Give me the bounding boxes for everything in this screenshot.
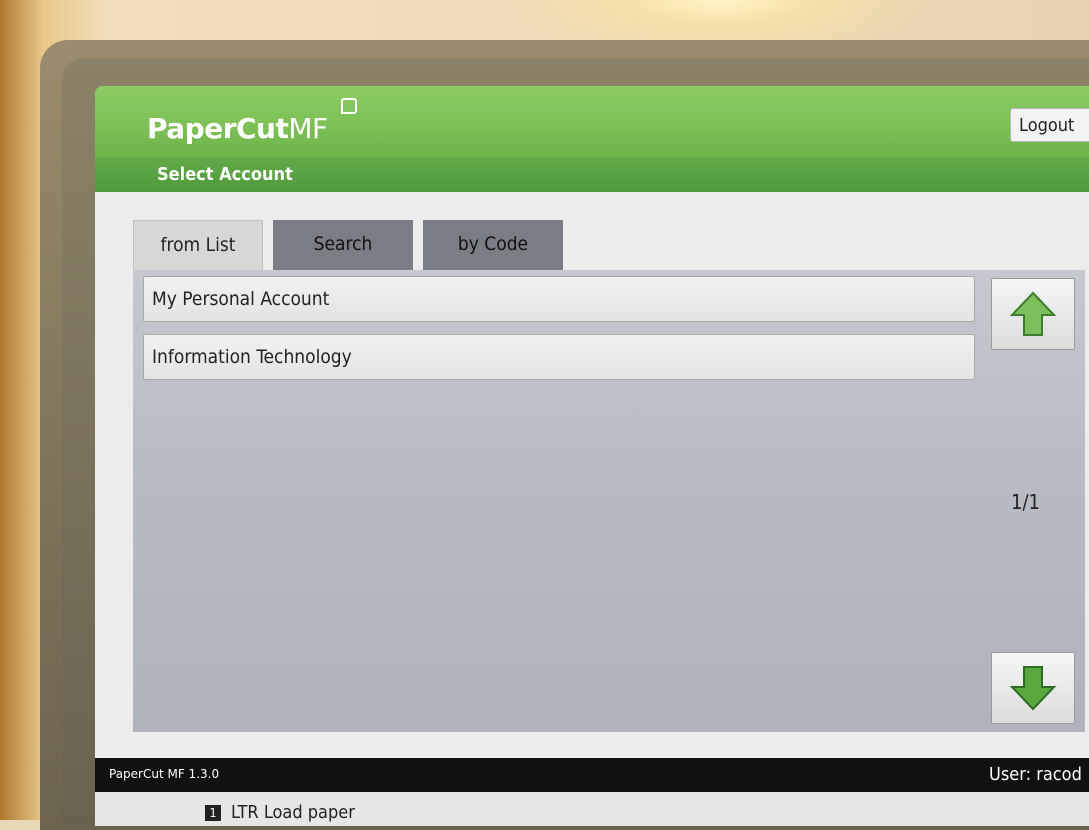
- version-label: PaperCut MF 1.3.0: [109, 767, 220, 781]
- header-bar: PaperCutMF Logout: [95, 86, 1089, 158]
- logo-text-papercut: PaperCut: [147, 112, 289, 145]
- tray-number-badge: 1: [205, 805, 221, 821]
- account-list-pane: My Personal Account Information Technolo…: [133, 270, 1085, 732]
- page-title: Select Account: [157, 164, 293, 185]
- scroll-up-button[interactable]: [991, 278, 1075, 350]
- account-item-my-personal-account[interactable]: My Personal Account: [143, 276, 975, 322]
- arrow-up-icon: [1009, 291, 1057, 336]
- papercut-logo: PaperCutMF: [147, 112, 328, 145]
- subheader-bar: Select Account: [95, 158, 1089, 192]
- logout-button[interactable]: Logout: [1010, 108, 1089, 142]
- scroll-down-button[interactable]: [991, 652, 1075, 724]
- touch-screen: PaperCutMF Logout Select Account from Li…: [95, 86, 1089, 826]
- status-bar: PaperCut MF 1.3.0 User: racod: [95, 758, 1089, 792]
- arrow-down-icon: [1009, 666, 1057, 711]
- logo-text-mf: MF: [288, 112, 328, 145]
- device-message-bar: 1 LTR Load paper: [95, 792, 1089, 826]
- page-indicator: 1/1: [1011, 490, 1040, 514]
- account-item-information-technology[interactable]: Information Technology: [143, 334, 975, 380]
- tab-from-list[interactable]: from List: [133, 220, 263, 270]
- logo-mark-icon: [341, 98, 357, 114]
- user-label: User: racod: [989, 764, 1082, 785]
- tab-by-code[interactable]: by Code: [423, 220, 563, 270]
- tab-search[interactable]: Search: [273, 220, 413, 270]
